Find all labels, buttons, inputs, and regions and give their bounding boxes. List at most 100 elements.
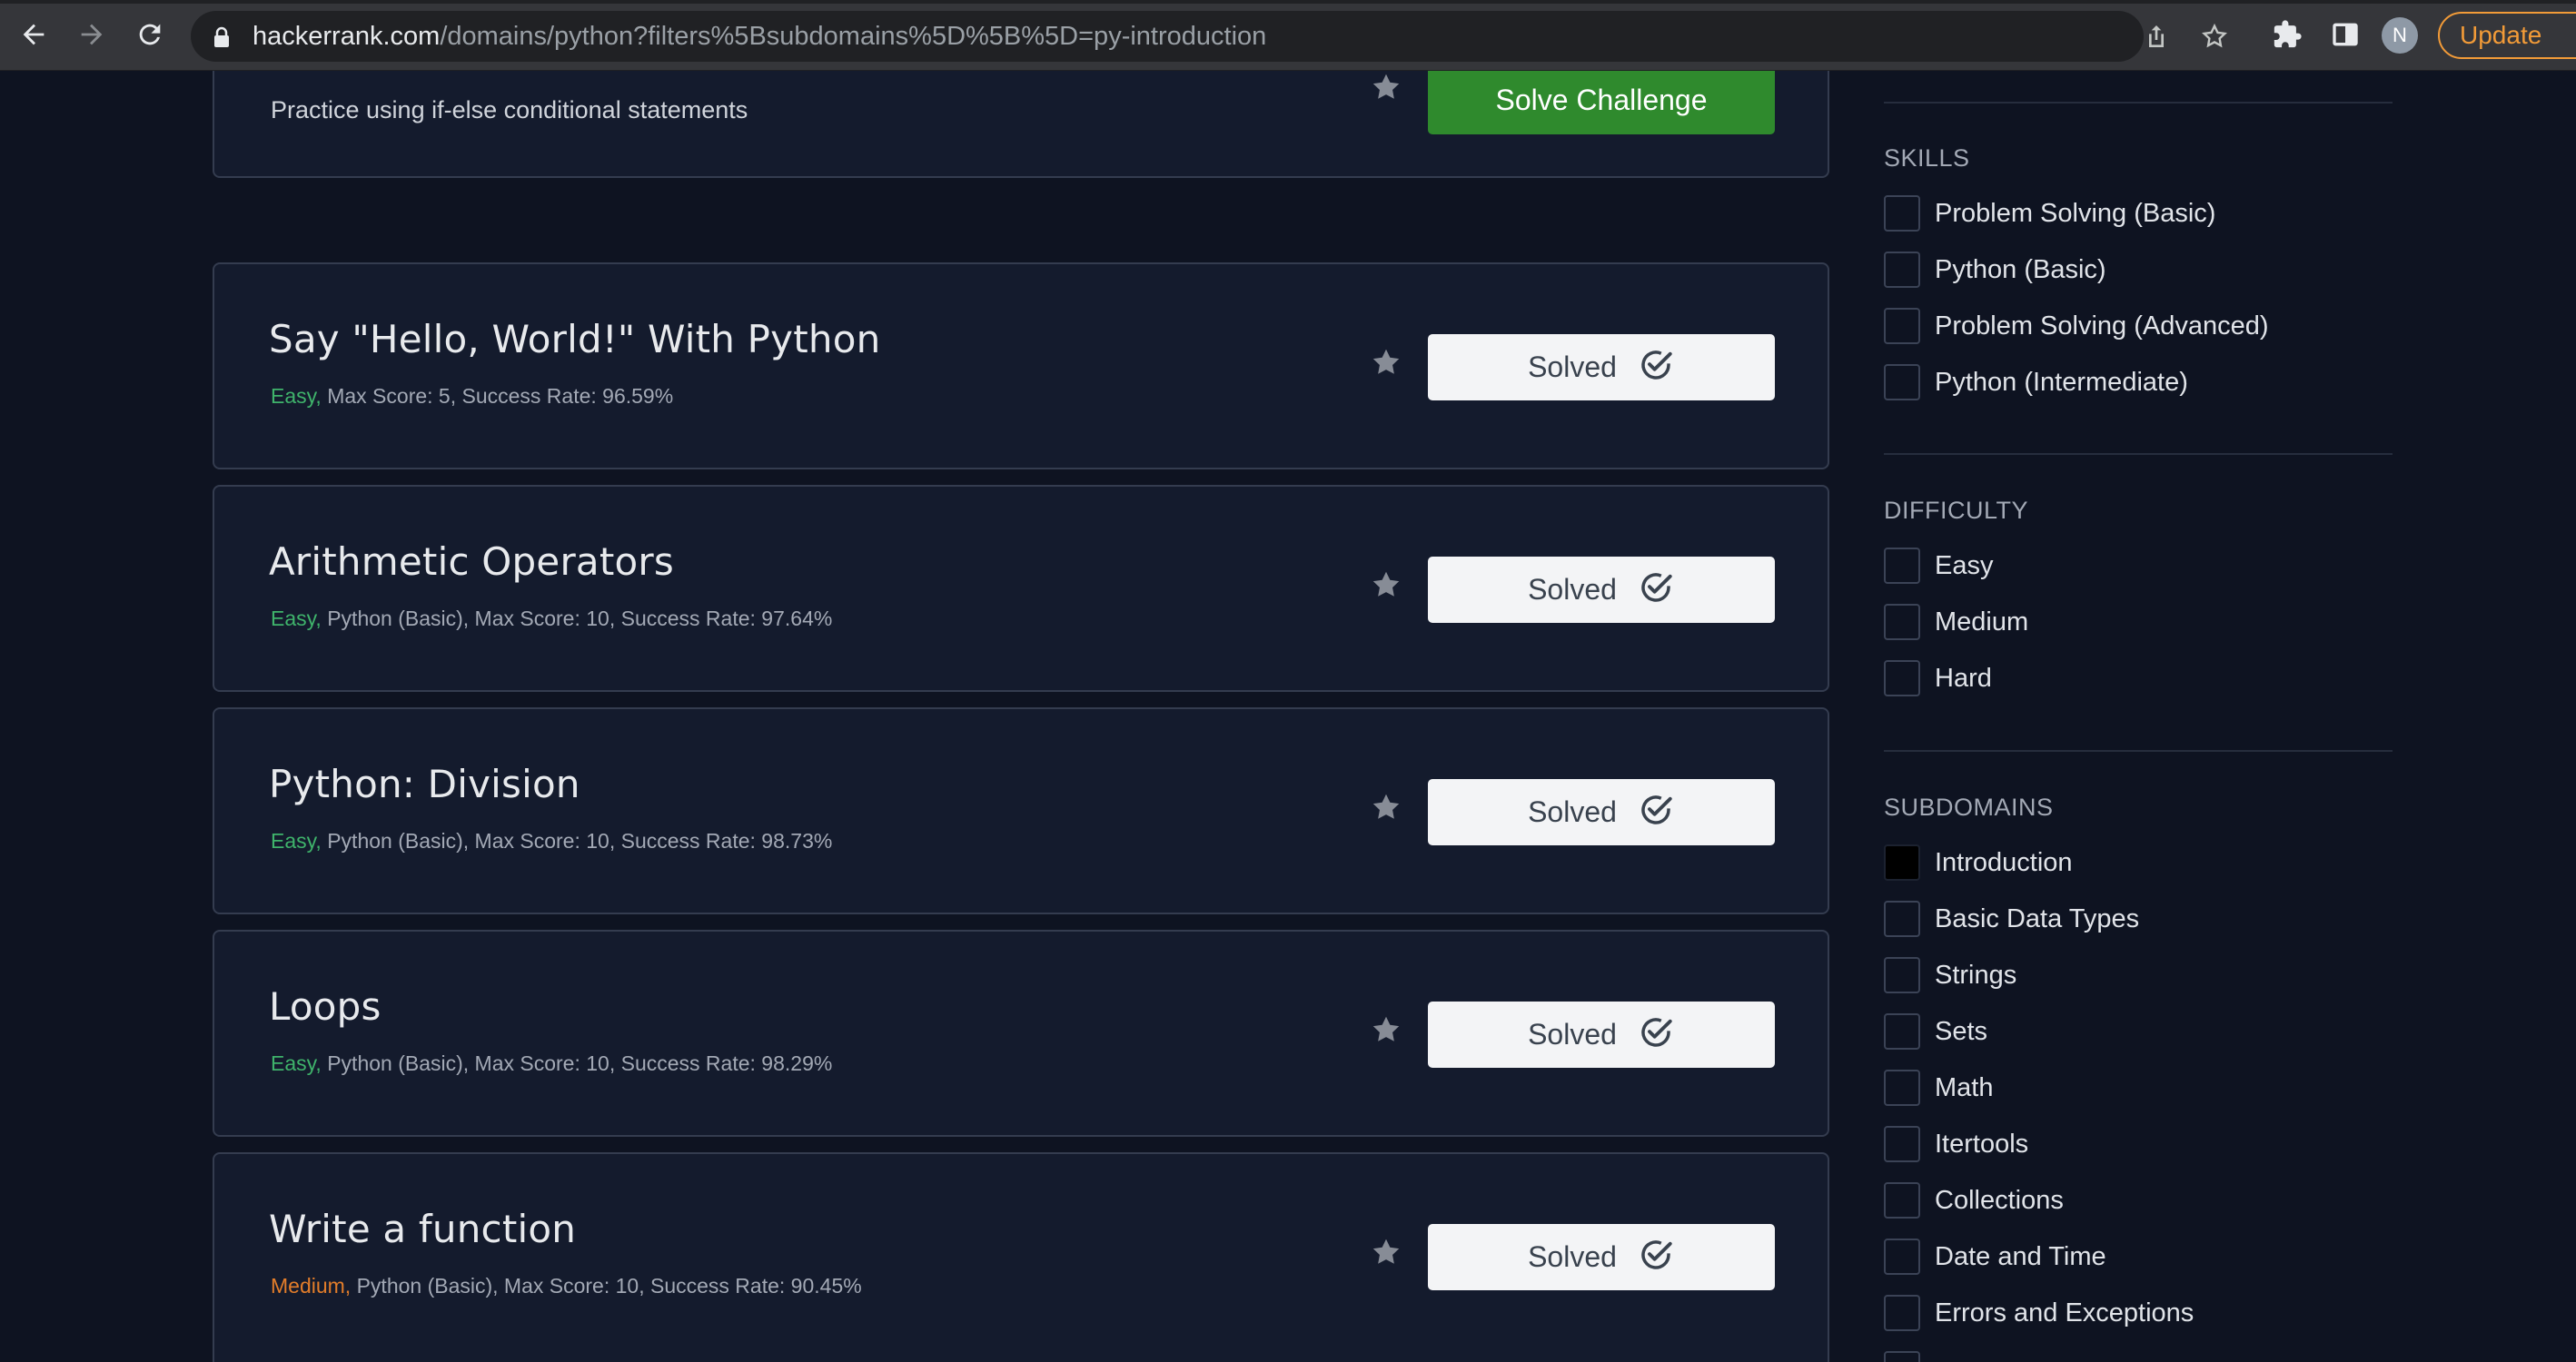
filter-subdomain-basic-data-types[interactable]: Basic Data Types [1884,901,2139,937]
star-icon[interactable] [1370,71,1402,104]
star-icon[interactable] [1370,791,1402,824]
checkbox[interactable] [1884,364,1920,400]
challenge-card[interactable]: Say "Hello, World!" With Python Easy, Ma… [213,262,1829,469]
url-text[interactable]: hackerrank.com/domains/python?filters%5B… [253,22,1266,51]
checkbox[interactable] [1884,604,1920,640]
star-icon[interactable] [1370,568,1402,601]
challenge-card[interactable]: Write a function Medium, Python (Basic),… [213,1152,1829,1362]
star-icon[interactable] [1370,1013,1402,1046]
filter-label[interactable]: Introduction [1935,848,2073,878]
checkbox[interactable] [1884,1295,1920,1331]
filter-skill-python-intermediate[interactable]: Python (Intermediate) [1884,364,2188,400]
checkbox[interactable] [1884,308,1920,344]
extensions-icon[interactable] [2269,16,2305,53]
address-bar[interactable]: hackerrank.com/domains/python?filters%5B… [191,11,2227,62]
share-icon[interactable] [2142,22,2171,51]
filter-skill-python-basic[interactable]: Python (Basic) [1884,252,2106,288]
challenge-card[interactable]: Python: Division Easy, Python (Basic), M… [213,707,1829,914]
solved-button[interactable]: Solved [1428,1002,1775,1068]
difficulty-label: Easy, [271,1051,322,1075]
update-button[interactable]: Update [2438,12,2576,59]
filter-subdomain-math[interactable]: Math [1884,1070,1993,1106]
checkbox-checked[interactable] [1884,844,1920,881]
challenge-title[interactable]: Arithmetic Operators [269,539,674,585]
filter-difficulty-medium[interactable]: Medium [1884,604,2028,640]
solve-challenge-button[interactable]: Solve Challenge [1428,71,1775,134]
challenge-card[interactable]: Loops Easy, Python (Basic), Max Score: 1… [213,930,1829,1137]
check-circle-icon [1637,346,1675,389]
checkbox[interactable] [1884,1351,1920,1362]
solved-button[interactable]: Solved [1428,557,1775,623]
challenge-title[interactable]: Python: Division [269,762,580,807]
filter-subdomain-next[interactable] [1884,1351,1920,1362]
filter-subdomain-strings[interactable]: Strings [1884,957,2016,993]
challenge-description: Practice using if-else conditional state… [271,96,748,123]
challenge-stats: Python (Basic), Max Score: 10, Success R… [321,829,833,853]
filter-subdomain-introduction[interactable]: Introduction [1884,844,2073,881]
filter-label[interactable]: Medium [1935,607,2028,637]
star-icon[interactable] [1370,346,1402,379]
solved-button[interactable]: Solved [1428,779,1775,845]
filter-label[interactable]: Basic Data Types [1935,904,2139,934]
filter-label[interactable]: Python (Basic) [1935,255,2106,285]
filter-label[interactable]: Strings [1935,961,2016,991]
challenge-card[interactable]: Arithmetic Operators Easy, Python (Basic… [213,485,1829,692]
checkbox[interactable] [1884,1070,1920,1106]
back-arrow-icon[interactable] [13,14,54,55]
challenge-meta: Easy, Python (Basic), Max Score: 10, Suc… [271,605,832,632]
forward-arrow-icon[interactable] [71,14,113,55]
filter-label[interactable]: Python (Intermediate) [1935,368,2188,398]
checkbox[interactable] [1884,901,1920,937]
filter-label[interactable]: Itertools [1935,1130,2028,1160]
filter-label[interactable]: Sets [1935,1017,1987,1047]
filter-subdomain-date-and-time[interactable]: Date and Time [1884,1239,2106,1275]
page-content: Practice using if-else conditional state… [0,71,2576,1362]
solved-label: Solved [1528,795,1617,828]
checkbox[interactable] [1884,195,1920,232]
filter-skill-problem-solving-advanced[interactable]: Problem Solving (Advanced) [1884,308,2269,344]
challenge-title[interactable]: Write a function [269,1207,576,1252]
filter-label[interactable]: Errors and Exceptions [1935,1298,2194,1328]
challenge-meta: Medium, Python (Basic), Max Score: 10, S… [271,1272,862,1299]
filter-difficulty-easy[interactable]: Easy [1884,548,1993,584]
solved-button[interactable]: Solved [1428,1224,1775,1290]
checkbox[interactable] [1884,957,1920,993]
checkbox[interactable] [1884,1013,1920,1050]
filter-label[interactable]: Date and Time [1935,1242,2106,1272]
difficulty-label: Easy, [271,384,322,408]
filter-label[interactable]: Math [1935,1073,1993,1103]
filter-subdomain-itertools[interactable]: Itertools [1884,1126,2028,1162]
check-circle-icon [1637,791,1675,834]
filter-skill-problem-solving-basic[interactable]: Problem Solving (Basic) [1884,195,2215,232]
difficulty-label: Easy, [271,607,322,630]
filter-label[interactable]: Problem Solving (Advanced) [1935,311,2269,341]
filter-subdomain-collections[interactable]: Collections [1884,1182,2064,1219]
check-circle-icon [1637,1013,1675,1056]
solved-button[interactable]: Solved [1428,334,1775,400]
filter-label[interactable]: Problem Solving (Basic) [1935,199,2215,229]
lock-icon [213,26,231,53]
reload-icon[interactable] [129,14,171,55]
bookmark-star-icon[interactable] [2200,22,2229,51]
checkbox[interactable] [1884,548,1920,584]
challenge-meta: Easy, Max Score: 5, Success Rate: 96.59% [271,382,673,410]
filter-subdomain-errors-and-exceptions[interactable]: Errors and Exceptions [1884,1295,2194,1331]
profile-avatar[interactable]: N [2382,17,2418,54]
checkbox[interactable] [1884,252,1920,288]
star-icon[interactable] [1370,1236,1402,1268]
challenge-title[interactable]: Loops [269,984,381,1030]
checkbox[interactable] [1884,660,1920,696]
checkbox[interactable] [1884,1239,1920,1275]
filter-label[interactable]: Easy [1935,551,1993,581]
side-panel-icon[interactable] [2327,16,2363,53]
filter-label[interactable]: Hard [1935,664,1992,694]
challenge-meta: Easy, Python (Basic), Max Score: 10, Suc… [271,827,832,854]
checkbox[interactable] [1884,1126,1920,1162]
challenge-title[interactable]: Say "Hello, World!" With Python [269,317,880,362]
challenge-stats: Max Score: 5, Success Rate: 96.59% [321,384,674,408]
checkbox[interactable] [1884,1182,1920,1219]
solved-label: Solved [1528,573,1617,606]
filter-subdomain-sets[interactable]: Sets [1884,1013,1987,1050]
filter-label[interactable]: Collections [1935,1186,2064,1216]
filter-difficulty-hard[interactable]: Hard [1884,660,1992,696]
